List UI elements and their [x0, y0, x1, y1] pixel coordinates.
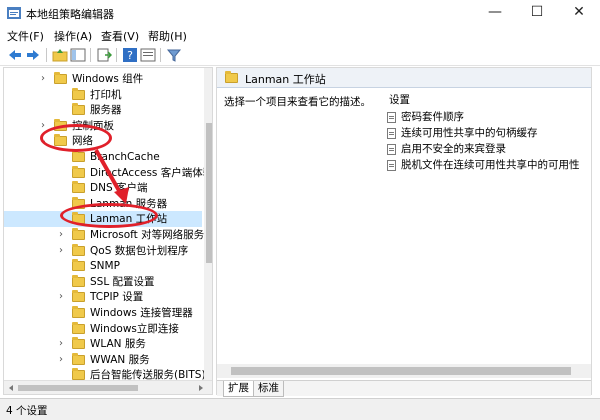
annotation-arrow — [94, 149, 129, 204]
